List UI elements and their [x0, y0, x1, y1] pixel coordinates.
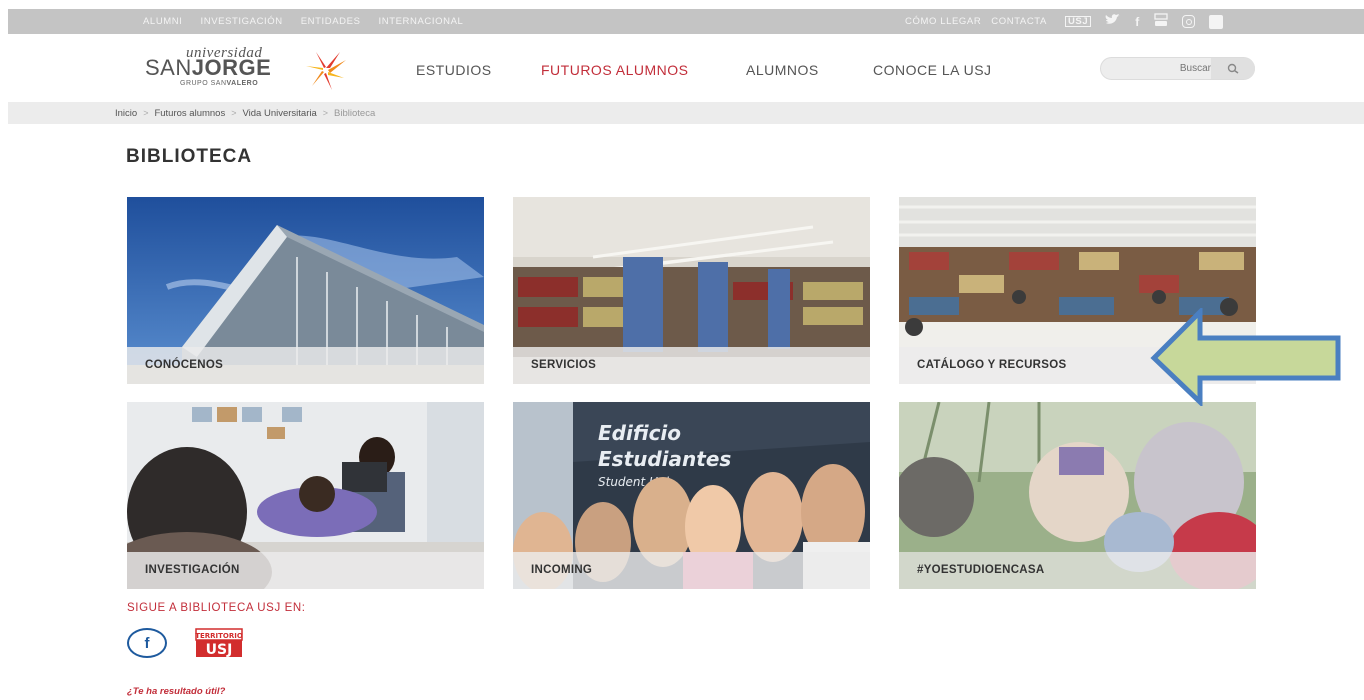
search-button[interactable] [1211, 58, 1255, 79]
sign-line-1: Edificio [598, 421, 681, 445]
logo-jorge: JORGE [191, 55, 272, 80]
breadcrumb-vida-universitaria[interactable]: Vida Universitaria [242, 108, 316, 119]
top-link-contacta[interactable]: CONTACTA [991, 16, 1047, 27]
logo-san: SAN [145, 55, 192, 80]
facebook-icon[interactable]: f [127, 628, 167, 658]
tile-conocenos[interactable]: CONÓCENOS [127, 197, 484, 384]
nav-alumnos[interactable]: ALUMNOS [746, 62, 819, 78]
tile-caption: #YOESTUDIOENCASA [899, 552, 1256, 589]
university-logo[interactable]: universidad SANJORGE GRUPO SANVALERO [145, 42, 385, 100]
linkedin-icon[interactable]: in [1208, 14, 1223, 29]
follow-heading: SIGUE A BIBLIOTECA USJ EN: [127, 602, 306, 614]
youtube-icon[interactable] [1154, 13, 1168, 30]
tile-caption: SERVICIOS [513, 347, 870, 384]
territorio-text: TERRITORIO [195, 632, 243, 640]
feedback-question: ¿Te ha resultado útil? [127, 686, 226, 697]
logo-grupo-text: GRUPO SANVALERO [180, 80, 258, 87]
tile-incoming[interactable]: Edificio Estudiantes Student Hub INCOMIN… [513, 402, 870, 589]
nav-conoce-la-usj[interactable]: CONOCE LA USJ [873, 62, 992, 78]
top-link-internacional[interactable]: INTERNACIONAL [379, 16, 464, 27]
breadcrumb: Inicio > Futuros alumnos > Vida Universi… [115, 102, 375, 124]
breadcrumb-biblioteca: Biblioteca [334, 107, 376, 119]
top-link-entidades[interactable]: ENTIDADES [301, 16, 361, 27]
page-title: BIBLIOTECA [126, 146, 253, 167]
tile-caption: INCOMING [513, 552, 870, 589]
tile-caption: INVESTIGACIÓN [127, 552, 484, 589]
usj-icon[interactable]: USJ [1064, 16, 1092, 27]
social-icons: USJ f in [1064, 13, 1223, 30]
sign-line-2: Estudiantes [598, 447, 731, 471]
breadcrumb-separator: > [322, 108, 329, 118]
annotation-arrow-icon [1150, 308, 1341, 406]
tile-servicios[interactable]: SERVICIOS [513, 197, 870, 384]
breadcrumb-bar: Inicio > Futuros alumnos > Vida Universi… [8, 102, 1364, 124]
tile-label: SERVICIOS [531, 359, 597, 371]
logo-valero: VALERO [226, 80, 259, 87]
top-left-links: ALUMNI INVESTIGACIÓN ENTIDADES INTERNACI… [143, 9, 463, 34]
breadcrumb-futuros-alumnos[interactable]: Futuros alumnos [154, 108, 225, 119]
search-icon [1227, 63, 1239, 74]
tile-investigacion[interactable]: INVESTIGACIÓN [127, 402, 484, 589]
tile-caption: CONÓCENOS [127, 347, 484, 384]
logo-grupo-san: GRUPO SAN [180, 80, 227, 87]
breadcrumb-separator: > [231, 108, 237, 118]
top-utility-bar: ALUMNI INVESTIGACIÓN ENTIDADES INTERNACI… [8, 9, 1364, 34]
search-input[interactable] [1111, 60, 1211, 77]
tile-label: INCOMING [531, 564, 593, 576]
top-right-links: CÓMO LLEGAR CONTACTA USJ f in [905, 9, 1223, 34]
tile-label: CATÁLOGO Y RECURSOS [917, 359, 1067, 371]
search-box [1100, 57, 1255, 80]
breadcrumb-inicio[interactable]: Inicio [115, 108, 137, 119]
tile-yoestudioencasa[interactable]: #YOESTUDIOENCASA [899, 402, 1256, 589]
nav-futuros-alumnos[interactable]: FUTUROS ALUMNOS [541, 62, 689, 78]
nav-estudios[interactable]: ESTUDIOS [416, 62, 492, 78]
territorio-usj-text: USJ [206, 642, 233, 658]
facebook-icon[interactable]: f [1135, 15, 1140, 29]
breadcrumb-separator: > [143, 108, 149, 118]
logo-sanjorge-text: SANJORGE [145, 55, 271, 81]
instagram-icon[interactable] [1181, 15, 1195, 28]
top-link-investigacion[interactable]: INVESTIGACIÓN [201, 16, 283, 27]
tile-label: CONÓCENOS [145, 359, 224, 371]
top-link-como-llegar[interactable]: CÓMO LLEGAR [905, 16, 981, 27]
tile-label: #YOESTUDIOENCASA [917, 564, 1045, 576]
twitter-icon[interactable] [1105, 14, 1121, 29]
territorio-usj-icon[interactable]: TERRITORIO USJ [195, 628, 243, 658]
logo-sun-icon [306, 52, 346, 90]
top-link-alumni[interactable]: ALUMNI [143, 16, 183, 27]
tile-label: INVESTIGACIÓN [145, 564, 240, 576]
